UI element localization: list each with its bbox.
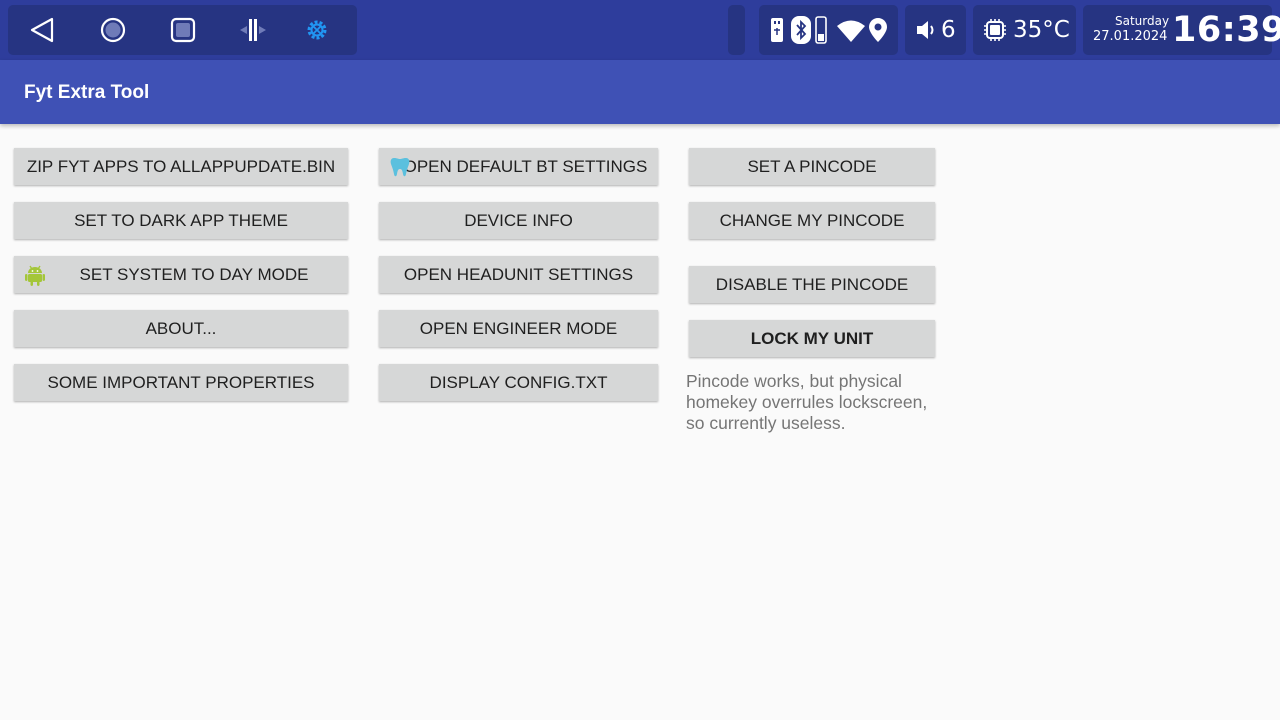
zip-apps-label: ZIP FYT APPS TO ALLAPPUPDATE.BIN: [26, 156, 336, 176]
change-pincode-label: CHANGE MY PINCODE: [719, 210, 905, 230]
clock: Saturday 27.01.2024 16:39: [1083, 5, 1280, 55]
temperature-value: 35°C: [1013, 17, 1070, 43]
date: 27.01.2024: [1093, 29, 1168, 44]
status-bar: 6 35°C Saturday 27.01.2024 16:39: [0, 0, 1280, 60]
back-triangle-icon: [30, 17, 54, 43]
set-pincode-button[interactable]: SET A PINCODE: [689, 148, 935, 185]
about-button[interactable]: ABOUT...: [14, 310, 348, 347]
navigation-bar: [8, 5, 357, 55]
phone-icon: [815, 16, 827, 44]
app-title: Fyt Extra Tool: [24, 82, 150, 103]
display-config-label: DISPLAY CONFIG.TXT: [429, 372, 608, 392]
volume-level: 6: [941, 17, 956, 43]
bt-settings-button[interactable]: OPEN DEFAULT BT SETTINGS: [379, 148, 658, 185]
back-button[interactable]: [22, 5, 62, 55]
lock-unit-button[interactable]: LOCK MY UNIT: [689, 320, 935, 357]
lock-unit-label: LOCK MY UNIT: [750, 328, 874, 348]
split-screen-button[interactable]: [233, 5, 273, 55]
tooth-icon: [390, 158, 410, 177]
disable-pincode-label: DISABLE THE PINCODE: [715, 274, 909, 294]
settings-button[interactable]: [297, 5, 337, 55]
volume-status[interactable]: 6: [905, 5, 966, 55]
disable-pincode-button[interactable]: DISABLE THE PINCODE: [689, 266, 935, 303]
android-robot-icon: [25, 265, 45, 286]
device-info-button[interactable]: DEVICE INFO: [379, 202, 658, 239]
recents-button[interactable]: [163, 5, 203, 55]
properties-button[interactable]: SOME IMPORTANT PROPERTIES: [14, 364, 348, 401]
engineer-mode-button[interactable]: OPEN ENGINEER MODE: [379, 310, 658, 347]
status-pill: [728, 5, 745, 55]
wifi-icon: [837, 20, 865, 42]
change-pincode-button[interactable]: CHANGE MY PINCODE: [689, 202, 935, 239]
set-pincode-label: SET A PINCODE: [747, 156, 877, 176]
recents-square-icon: [170, 17, 196, 43]
bt-settings-label: OPEN DEFAULT BT SETTINGS: [403, 156, 648, 176]
headunit-settings-button[interactable]: OPEN HEADUNIT SETTINGS: [379, 256, 658, 293]
time: 16:39: [1172, 10, 1280, 50]
pincode-note: Pincode works, but physical homekey over…: [686, 371, 928, 433]
device-info-label: DEVICE INFO: [464, 210, 573, 230]
home-button[interactable]: [93, 5, 133, 55]
connectivity-status: [759, 5, 898, 55]
dark-theme-label: SET TO DARK APP THEME: [74, 210, 288, 230]
day-mode-label: SET SYSTEM TO DAY MODE: [79, 264, 309, 284]
engineer-mode-label: OPEN ENGINEER MODE: [419, 318, 618, 338]
usb-icon: [771, 18, 783, 42]
split-screen-icon: [240, 19, 266, 41]
bluetooth-icon: [791, 16, 811, 44]
home-circle-icon: [100, 17, 126, 43]
day-of-week: Saturday: [1115, 14, 1170, 28]
about-label: ABOUT...: [145, 318, 217, 338]
settings-gear-icon: [307, 20, 327, 40]
speaker-icon: [917, 21, 934, 39]
app-bar: Fyt Extra Tool: [0, 60, 1280, 124]
location-icon: [869, 18, 887, 42]
dark-theme-button[interactable]: SET TO DARK APP THEME: [14, 202, 348, 239]
temperature-status: 35°C: [973, 5, 1076, 55]
headunit-settings-label: OPEN HEADUNIT SETTINGS: [403, 264, 634, 284]
cpu-chip-icon: [984, 19, 1006, 41]
display-config-button[interactable]: DISPLAY CONFIG.TXT: [379, 364, 658, 401]
properties-label: SOME IMPORTANT PROPERTIES: [47, 372, 315, 392]
day-mode-button[interactable]: SET SYSTEM TO DAY MODE: [14, 256, 348, 293]
zip-apps-button[interactable]: ZIP FYT APPS TO ALLAPPUPDATE.BIN: [14, 148, 348, 185]
